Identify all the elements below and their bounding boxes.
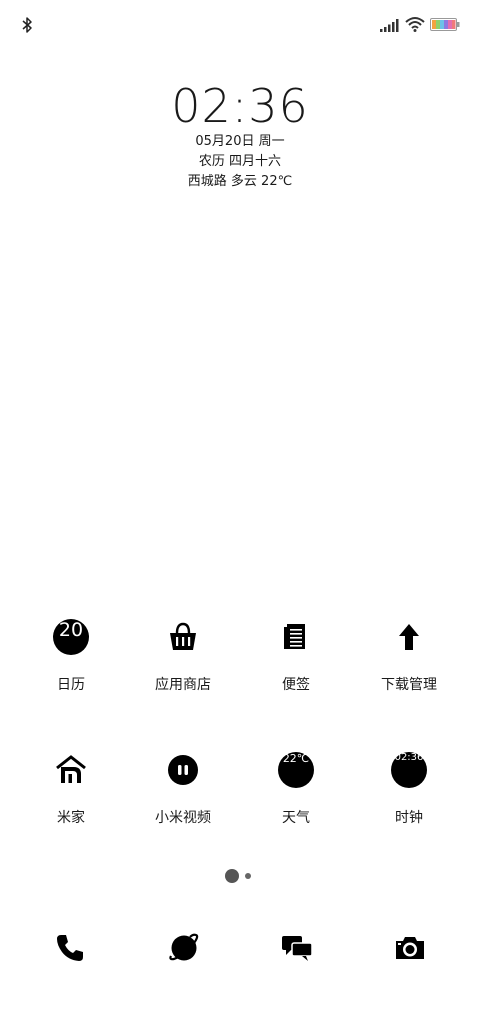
shopping-basket-icon	[170, 622, 196, 650]
clock-icon: 02:36	[391, 752, 427, 788]
calendar-icon: 20	[53, 619, 89, 655]
calendar-badge: 20	[58, 619, 84, 641]
app-mi-video[interactable]: 小米视频	[128, 752, 238, 827]
wifi-icon	[405, 17, 425, 32]
clock-lunar-date: 农历 四月十六	[198, 154, 282, 169]
video-icon	[168, 755, 198, 785]
clock-time: 02:36	[171, 79, 309, 133]
app-label: 下载管理	[381, 677, 437, 693]
clock-badge: 02:36	[394, 752, 424, 763]
app-notes[interactable]: 便签	[241, 619, 351, 694]
app-label: 米家	[57, 810, 85, 826]
app-label: 便签	[282, 677, 310, 693]
download-arrow-icon	[399, 624, 419, 650]
app-mi-home[interactable]: 米家	[16, 752, 126, 827]
page-indicator[interactable]	[0, 868, 480, 884]
page-dot-active[interactable]	[225, 869, 239, 883]
status-bar	[0, 0, 480, 50]
app-label: 时钟	[395, 810, 423, 826]
app-label: 应用商店	[155, 677, 211, 693]
camera-icon[interactable]	[392, 930, 428, 966]
page-dot[interactable]	[245, 873, 251, 879]
notes-icon	[284, 624, 305, 649]
clock-date: 05月20日 周一	[195, 134, 285, 149]
weather-icon: 22℃	[278, 752, 314, 788]
bluetooth-icon	[22, 17, 32, 33]
app-calendar[interactable]: 20 日历	[16, 619, 126, 694]
app-app-store[interactable]: 应用商店	[128, 619, 238, 694]
weather-badge: 22℃	[282, 752, 310, 765]
signal-icon	[380, 19, 399, 32]
clock-weather: 西城路 多云 22℃	[187, 174, 293, 189]
app-label: 日历	[57, 677, 85, 693]
app-weather[interactable]: 22℃ 天气	[241, 752, 351, 827]
app-label: 天气	[282, 810, 310, 826]
app-clock[interactable]: 02:36 时钟	[354, 752, 464, 827]
app-download-manager[interactable]: 下载管理	[354, 619, 464, 694]
app-label: 小米视频	[155, 810, 211, 826]
clock-widget[interactable]: 02:36 05月20日 周一 农历 四月十六 西城路 多云 22℃	[0, 80, 480, 192]
battery-icon	[430, 18, 460, 31]
browser-icon[interactable]	[166, 930, 202, 966]
mi-home-icon	[56, 755, 86, 783]
phone-icon[interactable]	[52, 930, 88, 966]
messages-icon[interactable]	[279, 930, 315, 966]
